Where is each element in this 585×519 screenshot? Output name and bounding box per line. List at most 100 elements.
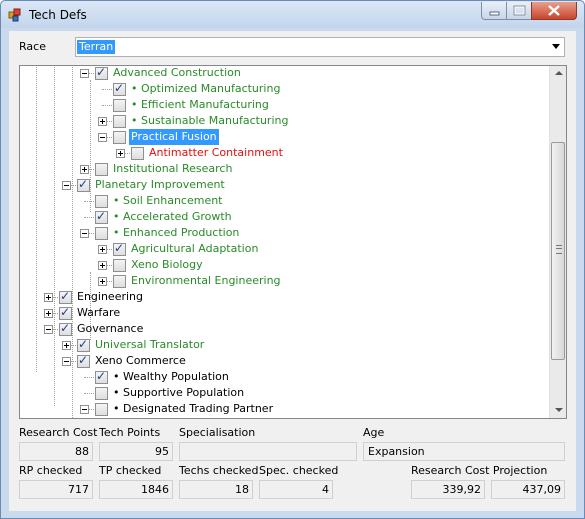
tree-node-checkbox[interactable]: [113, 80, 126, 96]
expand-icon[interactable]: [44, 309, 53, 318]
tree-node-label[interactable]: Institutional Research: [111, 161, 234, 177]
techs-checked-label: Techs checked: [179, 464, 259, 477]
collapse-icon[interactable]: [62, 357, 71, 366]
tree-node-checkbox[interactable]: [77, 352, 90, 368]
close-icon: [548, 5, 560, 16]
title-bar[interactable]: Tech Defs: [1, 1, 584, 28]
minimize-icon: [489, 11, 500, 16]
tree-connector: [84, 201, 94, 202]
tree-node-checkbox[interactable]: [95, 368, 108, 384]
tree-node-checkbox[interactable]: [113, 99, 126, 112]
scroll-up-icon[interactable]: [555, 71, 563, 75]
tp-checked-label: TP checked: [99, 464, 162, 477]
collapse-icon[interactable]: [98, 133, 107, 142]
race-value: Terran: [77, 40, 116, 54]
tree-node-checkbox[interactable]: [77, 176, 90, 192]
tree-guide-line: [36, 66, 37, 372]
tree-node-label[interactable]: • Optimized Manufacturing: [129, 81, 282, 97]
tech-points-label: Tech Points: [99, 426, 161, 439]
tree-node-label[interactable]: Advanced Construction: [111, 66, 243, 81]
expand-icon[interactable]: [80, 165, 89, 174]
spec-checked-label: Spec. checked: [259, 464, 339, 477]
tree-node-label[interactable]: • Supportive Population: [111, 385, 246, 401]
tree-node-checkbox[interactable]: [113, 115, 126, 128]
projection-field-2: 437,09: [491, 480, 565, 499]
tp-checked-field: 1846: [99, 480, 173, 499]
tree-node-label[interactable]: Xeno Commerce: [93, 353, 188, 369]
tree-node-checkbox[interactable]: [113, 131, 126, 144]
chevron-down-icon[interactable]: [552, 44, 560, 49]
expand-icon[interactable]: [98, 277, 107, 286]
race-label: Race: [19, 40, 46, 53]
client-area: Race Terran Advanced Construction• Optim…: [9, 31, 576, 511]
tree-node-checkbox[interactable]: [95, 227, 108, 240]
tree-connector: [84, 377, 94, 378]
collapse-icon[interactable]: [80, 405, 89, 414]
tree-node-checkbox[interactable]: [95, 195, 108, 208]
tree-node-label[interactable]: Engineering: [75, 289, 145, 305]
tree-node-checkbox[interactable]: [59, 288, 72, 304]
tree-node-label[interactable]: • Efficient Manufacturing: [129, 97, 271, 113]
tree-guide-line: [54, 66, 55, 406]
tree-node-checkbox[interactable]: [95, 163, 108, 176]
tree-node-label[interactable]: Universal Translator: [93, 337, 206, 353]
projection-field-1: 339,92: [411, 480, 485, 499]
tree-node-checkbox[interactable]: [131, 147, 144, 160]
expand-icon[interactable]: [62, 341, 71, 350]
scrollbar-thumb[interactable]: [551, 142, 565, 360]
tree-vertical-scrollbar[interactable]: [549, 66, 566, 418]
tree-node-checkbox[interactable]: [59, 320, 72, 336]
close-button[interactable]: [531, 2, 577, 20]
research-cost-projection-label: Research Cost Projection: [411, 464, 548, 477]
tree-node-label[interactable]: Environmental Engineering: [129, 273, 283, 289]
research-cost-label: Research Cost: [19, 426, 98, 439]
tree-node-label[interactable]: • Sustainable Manufacturing: [129, 113, 290, 129]
tree-node-label[interactable]: • Wealthy Population: [111, 369, 231, 385]
tree-connector: [102, 89, 112, 90]
specialisation-label: Specialisation: [179, 426, 256, 439]
tree-node-checkbox[interactable]: [95, 387, 108, 400]
tree-node-label[interactable]: Practical Fusion: [129, 129, 219, 145]
expand-icon[interactable]: [116, 149, 125, 158]
tree-node-checkbox[interactable]: [113, 240, 126, 256]
window-title: Tech Defs: [29, 8, 87, 22]
tree-guide-line: [90, 80, 91, 212]
specialisation-field: [179, 442, 357, 461]
tree-node-checkbox[interactable]: [59, 304, 72, 320]
expand-icon[interactable]: [98, 117, 107, 126]
minimize-button[interactable]: [481, 2, 508, 20]
tree-node-checkbox[interactable]: [113, 259, 126, 272]
app-icon: [8, 8, 21, 22]
tree-node-checkbox[interactable]: [95, 403, 108, 416]
tree-node-checkbox[interactable]: [77, 336, 90, 352]
spec-checked-field: 4: [259, 480, 333, 499]
tree-node-label[interactable]: Xeno Biology: [129, 257, 205, 273]
tree-node-label[interactable]: Warfare: [75, 305, 122, 321]
collapse-icon[interactable]: [80, 229, 89, 238]
tree-node-label[interactable]: Governance: [75, 321, 145, 337]
tree-node-checkbox[interactable]: [113, 275, 126, 288]
tree-node-label[interactable]: Antimatter Containment: [147, 145, 285, 161]
collapse-icon[interactable]: [44, 325, 53, 334]
tree-node-label[interactable]: • Enhanced Production: [111, 225, 241, 241]
tree-node-label[interactable]: Agricultural Adaptation: [129, 241, 260, 257]
expand-icon[interactable]: [44, 293, 53, 302]
tree-node-label[interactable]: Planetary Improvement: [93, 177, 227, 193]
age-label: Age: [363, 426, 385, 439]
expand-icon[interactable]: [98, 245, 107, 254]
race-dropdown[interactable]: Terran: [75, 37, 565, 57]
collapse-icon[interactable]: [80, 69, 89, 78]
tree-node-label[interactable]: • Accelerated Growth: [111, 209, 234, 225]
tree-node-checkbox[interactable]: [95, 66, 108, 80]
age-field: Expansion: [363, 442, 565, 461]
tree-node-checkbox[interactable]: [95, 208, 108, 224]
collapse-icon[interactable]: [62, 181, 71, 190]
tree-node-label[interactable]: • Soil Enhancement: [111, 193, 225, 209]
tree-node-label[interactable]: • Designated Trading Partner: [111, 401, 275, 417]
expand-icon[interactable]: [98, 261, 107, 270]
tree-guide-line: [72, 66, 73, 418]
maximize-button[interactable]: [506, 2, 533, 20]
tree-connector: [84, 217, 94, 218]
scroll-down-icon[interactable]: [555, 408, 563, 412]
tech-tree[interactable]: Advanced Construction• Optimized Manufac…: [19, 65, 567, 419]
